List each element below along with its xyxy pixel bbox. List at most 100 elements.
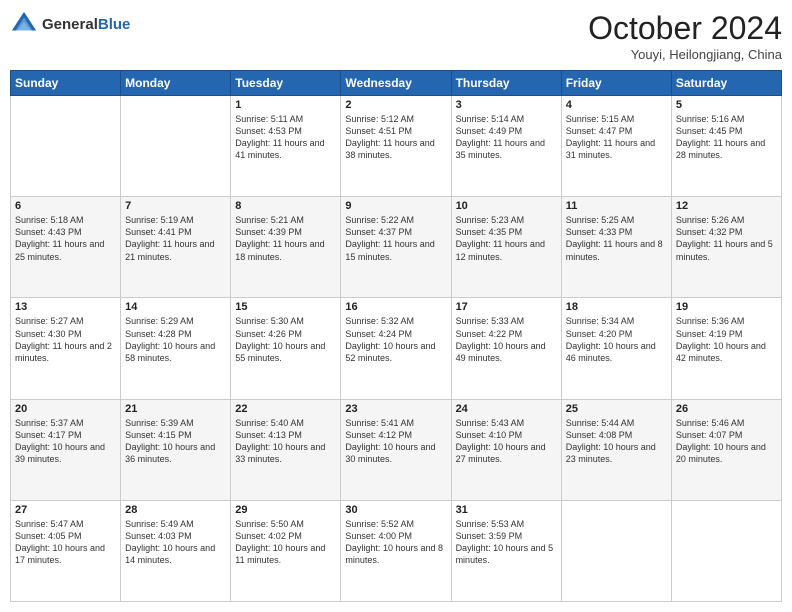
calendar-cell xyxy=(11,96,121,197)
logo-icon xyxy=(10,10,38,38)
day-number: 15 xyxy=(235,301,336,313)
calendar-cell: 2Sunrise: 5:12 AM Sunset: 4:51 PM Daylig… xyxy=(341,96,451,197)
logo-text: GeneralBlue xyxy=(42,16,130,33)
day-number: 6 xyxy=(15,200,116,212)
calendar-cell: 27 Sunrise: 5:47 AM Sunset: 4:05 PM Dayli… xyxy=(11,500,121,601)
weekday-header-row: SundayMondayTuesdayWednesdayThursdayFrid… xyxy=(11,71,782,96)
day-number: 12 xyxy=(676,200,777,212)
calendar-cell: 9 Sunrise: 5:22 AM Sunset: 4:37 PM Daylig… xyxy=(341,197,451,298)
weekday-header: Tuesday xyxy=(231,71,341,96)
calendar-cell: 5Sunrise: 5:16 AM Sunset: 4:45 PM Daylig… xyxy=(671,96,781,197)
calendar-cell: 28Sunrise: 5:49 AM Sunset: 4:03 PM Dayli… xyxy=(121,500,231,601)
cell-info: Sunrise: 5:19 AM Sunset: 4:41 PM Dayligh… xyxy=(125,214,226,263)
day-number: 3 xyxy=(456,99,557,111)
calendar-cell: 8 Sunrise: 5:21 AM Sunset: 4:39 PM Daylig… xyxy=(231,197,341,298)
cell-info: Sunrise: 5:32 AM Sunset: 4:24 PM Dayligh… xyxy=(345,315,446,364)
day-number: 21 xyxy=(125,403,226,415)
calendar-cell: 19 Sunrise: 5:36 AM Sunset: 4:19 PM Dayli… xyxy=(671,298,781,399)
day-number: 2 xyxy=(345,99,446,111)
calendar-cell xyxy=(671,500,781,601)
calendar-cell: 24 Sunrise: 5:43 AM Sunset: 4:10 PM Dayli… xyxy=(451,399,561,500)
cell-info: Sunrise: 5:39 AM Sunset: 4:15 PM Dayligh… xyxy=(125,417,226,466)
calendar-cell: 31 Sunrise: 5:53 AM Sunset: 3:59 PM Dayli… xyxy=(451,500,561,601)
calendar-cell: 6 Sunrise: 5:18 AM Sunset: 4:43 PM Daylig… xyxy=(11,197,121,298)
cell-info: Sunrise: 5:15 AM Sunset: 4:47 PM Dayligh… xyxy=(566,113,667,162)
logo-general: General xyxy=(42,16,98,33)
cell-info: Sunrise: 5:33 AM Sunset: 4:22 PM Dayligh… xyxy=(456,315,557,364)
calendar-cell: 20Sunrise: 5:37 AM Sunset: 4:17 PM Dayli… xyxy=(11,399,121,500)
calendar-week-row: 20Sunrise: 5:37 AM Sunset: 4:17 PM Dayli… xyxy=(11,399,782,500)
calendar-cell: 7 Sunrise: 5:19 AM Sunset: 4:41 PM Daylig… xyxy=(121,197,231,298)
calendar-cell: 1 Sunrise: 5:11 AM Sunset: 4:53 PM Daylig… xyxy=(231,96,341,197)
day-number: 25 xyxy=(566,403,667,415)
day-number: 16 xyxy=(345,301,446,313)
page: GeneralBlue October 2024 Youyi, Heilongj… xyxy=(0,0,792,612)
logo-blue: Blue xyxy=(98,16,131,33)
cell-info: Sunrise: 5:46 AM Sunset: 4:07 PM Dayligh… xyxy=(676,417,777,466)
location: Youyi, Heilongjiang, China xyxy=(588,47,782,62)
weekday-header: Saturday xyxy=(671,71,781,96)
weekday-header: Friday xyxy=(561,71,671,96)
calendar-cell: 25 Sunrise: 5:44 AM Sunset: 4:08 PM Dayli… xyxy=(561,399,671,500)
day-number: 29 xyxy=(235,504,336,516)
day-number: 24 xyxy=(456,403,557,415)
calendar-cell: 18Sunrise: 5:34 AM Sunset: 4:20 PM Dayli… xyxy=(561,298,671,399)
calendar-cell xyxy=(561,500,671,601)
cell-info: Sunrise: 5:14 AM Sunset: 4:49 PM Dayligh… xyxy=(456,113,557,162)
calendar-body: 1 Sunrise: 5:11 AM Sunset: 4:53 PM Daylig… xyxy=(11,96,782,602)
calendar-cell: 15 Sunrise: 5:30 AM Sunset: 4:26 PM Dayli… xyxy=(231,298,341,399)
day-number: 19 xyxy=(676,301,777,313)
cell-info: Sunrise: 5:34 AM Sunset: 4:20 PM Dayligh… xyxy=(566,315,667,364)
day-number: 9 xyxy=(345,200,446,212)
cell-info: Sunrise: 5:43 AM Sunset: 4:10 PM Dayligh… xyxy=(456,417,557,466)
day-number: 8 xyxy=(235,200,336,212)
calendar-cell: 3 Sunrise: 5:14 AM Sunset: 4:49 PM Daylig… xyxy=(451,96,561,197)
cell-info: Sunrise: 5:21 AM Sunset: 4:39 PM Dayligh… xyxy=(235,214,336,263)
cell-info: Sunrise: 5:44 AM Sunset: 4:08 PM Dayligh… xyxy=(566,417,667,466)
calendar-cell: 16 Sunrise: 5:32 AM Sunset: 4:24 PM Dayli… xyxy=(341,298,451,399)
calendar-week-row: 1 Sunrise: 5:11 AM Sunset: 4:53 PM Daylig… xyxy=(11,96,782,197)
calendar-cell: 23 Sunrise: 5:41 AM Sunset: 4:12 PM Dayli… xyxy=(341,399,451,500)
day-number: 1 xyxy=(235,99,336,111)
cell-info: Sunrise: 5:53 AM Sunset: 3:59 PM Dayligh… xyxy=(456,518,557,567)
cell-info: Sunrise: 5:25 AM Sunset: 4:33 PM Dayligh… xyxy=(566,214,667,263)
day-number: 14 xyxy=(125,301,226,313)
logo: GeneralBlue xyxy=(10,10,130,38)
cell-info: Sunrise: 5:30 AM Sunset: 4:26 PM Dayligh… xyxy=(235,315,336,364)
day-number: 23 xyxy=(345,403,446,415)
cell-info: Sunrise: 5:23 AM Sunset: 4:35 PM Dayligh… xyxy=(456,214,557,263)
weekday-header: Thursday xyxy=(451,71,561,96)
cell-info: Sunrise: 5:11 AM Sunset: 4:53 PM Dayligh… xyxy=(235,113,336,162)
cell-info: Sunrise: 5:49 AM Sunset: 4:03 PM Dayligh… xyxy=(125,518,226,567)
weekday-header: Sunday xyxy=(11,71,121,96)
cell-info: Sunrise: 5:26 AM Sunset: 4:32 PM Dayligh… xyxy=(676,214,777,263)
day-number: 27 xyxy=(15,504,116,516)
calendar-cell: 17Sunrise: 5:33 AM Sunset: 4:22 PM Dayli… xyxy=(451,298,561,399)
day-number: 7 xyxy=(125,200,226,212)
calendar-cell: 26 Sunrise: 5:46 AM Sunset: 4:07 PM Dayli… xyxy=(671,399,781,500)
month-title: October 2024 xyxy=(588,10,782,47)
day-number: 4 xyxy=(566,99,667,111)
calendar-cell: 30Sunrise: 5:52 AM Sunset: 4:00 PM Dayli… xyxy=(341,500,451,601)
cell-info: Sunrise: 5:22 AM Sunset: 4:37 PM Dayligh… xyxy=(345,214,446,263)
calendar-week-row: 13 Sunrise: 5:27 AM Sunset: 4:30 PM Dayli… xyxy=(11,298,782,399)
day-number: 30 xyxy=(345,504,446,516)
cell-info: Sunrise: 5:27 AM Sunset: 4:30 PM Dayligh… xyxy=(15,315,116,364)
calendar-cell: 10 Sunrise: 5:23 AM Sunset: 4:35 PM Dayli… xyxy=(451,197,561,298)
day-number: 22 xyxy=(235,403,336,415)
cell-info: Sunrise: 5:37 AM Sunset: 4:17 PM Dayligh… xyxy=(15,417,116,466)
day-number: 10 xyxy=(456,200,557,212)
calendar-header: SundayMondayTuesdayWednesdayThursdayFrid… xyxy=(11,71,782,96)
calendar-cell: 29Sunrise: 5:50 AM Sunset: 4:02 PM Dayli… xyxy=(231,500,341,601)
cell-info: Sunrise: 5:47 AM Sunset: 4:05 PM Dayligh… xyxy=(15,518,116,567)
day-number: 31 xyxy=(456,504,557,516)
cell-info: Sunrise: 5:41 AM Sunset: 4:12 PM Dayligh… xyxy=(345,417,446,466)
cell-info: Sunrise: 5:18 AM Sunset: 4:43 PM Dayligh… xyxy=(15,214,116,263)
day-number: 26 xyxy=(676,403,777,415)
title-block: October 2024 Youyi, Heilongjiang, China xyxy=(588,10,782,62)
day-number: 13 xyxy=(15,301,116,313)
cell-info: Sunrise: 5:36 AM Sunset: 4:19 PM Dayligh… xyxy=(676,315,777,364)
calendar-cell: 11Sunrise: 5:25 AM Sunset: 4:33 PM Dayli… xyxy=(561,197,671,298)
weekday-header: Wednesday xyxy=(341,71,451,96)
weekday-header: Monday xyxy=(121,71,231,96)
